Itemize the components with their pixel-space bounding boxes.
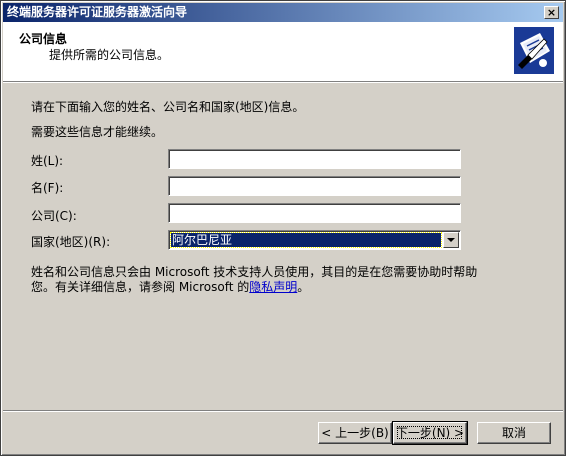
intro-text-2: 需要这些信息才能继续。 bbox=[31, 125, 164, 139]
country-label: 国家(地区)(R): bbox=[31, 235, 111, 249]
cancel-button-label: 取消 bbox=[501, 426, 526, 440]
back-button-label: < 上一步(B) bbox=[321, 426, 389, 440]
focus-rect bbox=[397, 426, 462, 439]
wizard-header: 公司信息 提供所需的公司信息。 bbox=[3, 22, 563, 81]
chevron-down-icon[interactable] bbox=[443, 232, 459, 248]
last-name-field[interactable] bbox=[168, 149, 461, 169]
country-selected-value: 阿尔巴尼亚 bbox=[170, 232, 442, 248]
title-bar[interactable]: 终端服务器许可证服务器激活向导 × bbox=[3, 3, 563, 22]
wizard-window: 终端服务器许可证服务器激活向导 × 公司信息 提供所需的公司信息。 请在下面输入… bbox=[0, 0, 566, 456]
header-divider bbox=[3, 81, 563, 83]
privacy-statement-link[interactable]: 隐私声明 bbox=[249, 280, 297, 294]
cancel-button[interactable]: 取消 bbox=[477, 422, 551, 444]
privacy-note-end: 。 bbox=[297, 280, 310, 294]
first-name-field[interactable] bbox=[168, 176, 461, 196]
footer-divider bbox=[3, 410, 563, 412]
close-icon: × bbox=[546, 6, 557, 19]
window-title: 终端服务器许可证服务器激活向导 bbox=[7, 5, 188, 19]
first-name-label: 名(F): bbox=[31, 181, 64, 195]
page-title: 公司信息 bbox=[19, 32, 68, 46]
last-name-label: 姓(L): bbox=[31, 154, 64, 168]
intro-text-1: 请在下面输入您的姓名、公司名和国家(地区)信息。 bbox=[31, 100, 305, 114]
country-select[interactable]: 阿尔巴尼亚 bbox=[168, 230, 461, 250]
close-button[interactable]: × bbox=[544, 6, 559, 19]
next-button[interactable]: 下一步(N) > bbox=[392, 421, 468, 445]
page-subtitle: 提供所需的公司信息。 bbox=[49, 48, 170, 62]
privacy-note: 姓名和公司信息只会由 Microsoft 技术支持人员使用，其目的是在您需要协助… bbox=[31, 265, 501, 295]
company-label: 公司(C): bbox=[31, 209, 77, 223]
company-field[interactable] bbox=[168, 203, 461, 223]
back-button[interactable]: < 上一步(B) bbox=[318, 422, 392, 444]
wizard-banner-icon bbox=[514, 27, 554, 74]
